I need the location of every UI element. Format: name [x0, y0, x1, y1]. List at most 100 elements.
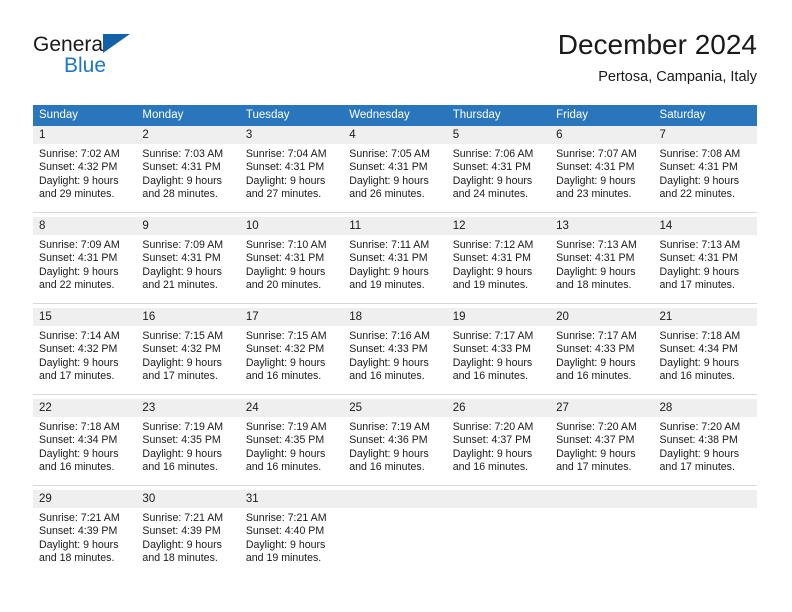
day-details: Sunrise: 7:21 AM Sunset: 4:39 PM Daylight:… — [136, 508, 239, 566]
day-daylight2-text: and 16 minutes. — [39, 461, 115, 474]
day-daylight2-text: and 16 minutes. — [452, 370, 529, 383]
day-cell[interactable]: 31 Sunrise: 7:21 AM Sunset: 4:40 PM Dayligh… — [239, 490, 344, 573]
day-cell[interactable]: 28 Sunrise: 7:20 AM Sunset: 4:38 PM Dayligh… — [653, 399, 757, 482]
day-cell[interactable]: 18 Sunrise: 7:16 AM Sunset: 4:33 PM Dayligh… — [343, 308, 447, 391]
page-title: December 2024 — [557, 29, 757, 60]
day-cell[interactable]: 26 Sunrise: 7:20 AM Sunset: 4:37 PM Dayligh… — [446, 399, 551, 482]
day-sunrise-text: Sunrise: 7:13 AM — [556, 239, 637, 251]
day-sunrise-text: Sunrise: 7:20 AM — [556, 421, 637, 433]
day-cell[interactable]: 1 Sunrise: 7:02 AM Sunset: 4:32 PM Daylight… — [33, 126, 137, 209]
day-sunrise-text: Sunrise: 7:05 AM — [349, 148, 430, 160]
day-cell[interactable]: 21 Sunrise: 7:18 AM Sunset: 4:34 PM Dayligh… — [653, 308, 757, 391]
day-daylight2-text: and 16 minutes. — [349, 370, 425, 383]
day-daylight2-text: and 26 minutes. — [349, 188, 425, 201]
day-sunset-text: Sunset: 4:34 PM — [659, 343, 738, 356]
day-cell[interactable]: 10 Sunrise: 7:10 AM Sunset: 4:31 PM Dayligh… — [239, 217, 344, 300]
day-daylight1-text: Daylight: 9 hours — [39, 356, 119, 369]
brand-name-blue: Blue — [64, 54, 107, 77]
day-sunset-text: Sunset: 4:31 PM — [452, 161, 532, 174]
day-sunset-text: Sunset: 4:33 PM — [452, 343, 532, 356]
day-sunset-text: Sunset: 4:31 PM — [349, 252, 428, 265]
day-cell[interactable]: 20 Sunrise: 7:17 AM Sunset: 4:33 PM Dayligh… — [550, 308, 654, 391]
day-cell[interactable]: 2 Sunrise: 7:03 AM Sunset: 4:31 PM Daylight… — [136, 126, 240, 209]
day-cell[interactable]: 17 Sunrise: 7:15 AM Sunset: 4:32 PM Dayligh… — [239, 308, 344, 391]
day-cell[interactable]: 7 Sunrise: 7:08 AM Sunset: 4:31 PM Daylight… — [653, 126, 757, 209]
day-cell[interactable]: 5 Sunrise: 7:06 AM Sunset: 4:31 PM Daylight… — [446, 126, 551, 209]
day-cell[interactable]: 3 Sunrise: 7:04 AM Sunset: 4:31 PM Daylight… — [239, 126, 344, 209]
day-sunset-text: Sunset: 4:32 PM — [245, 343, 325, 356]
day-daylight1-text: Daylight: 9 hours — [39, 447, 119, 460]
day-details: Sunrise: 7:19 AM Sunset: 4:36 PM Daylight:… — [343, 417, 446, 475]
day-cell[interactable]: 8 Sunrise: 7:09 AM Sunset: 4:31 PM Daylight… — [33, 217, 137, 300]
day-number — [653, 490, 757, 508]
day-daylight1-text: Daylight: 9 hours — [245, 174, 326, 187]
day-sunset-text: Sunset: 4:32 PM — [39, 343, 118, 356]
day-details: Sunrise: 7:16 AM Sunset: 4:33 PM Daylight:… — [343, 326, 446, 384]
day-daylight1-text: Daylight: 9 hours — [245, 265, 326, 278]
day-daylight2-text: and 17 minutes. — [556, 461, 632, 474]
weekday-header-friday: Friday — [556, 109, 589, 121]
day-daylight2-text: and 19 minutes. — [245, 552, 322, 565]
day-daylight1-text: Daylight: 9 hours — [39, 174, 119, 187]
title-block: December 2024 Pertosa, Campania, Italy — [558, 28, 757, 86]
day-cell[interactable]: 9 Sunrise: 7:09 AM Sunset: 4:31 PM Daylight… — [136, 217, 240, 300]
day-sunset-text: Sunset: 4:31 PM — [142, 161, 221, 174]
day-number — [550, 490, 654, 508]
day-details: Sunrise: 7:09 AM Sunset: 4:31 PM Daylight:… — [136, 235, 239, 293]
day-sunset-text: Sunset: 4:32 PM — [142, 343, 221, 356]
day-number: 19 — [446, 308, 551, 326]
day-details: Sunrise: 7:04 AM Sunset: 4:31 PM Daylight:… — [240, 144, 343, 202]
week-row: 15 Sunrise: 7:14 AM Sunset: 4:32 PM Dayligh… — [33, 308, 757, 391]
page-subtitle: Pertosa, Campania, Italy — [598, 69, 757, 85]
day-daylight2-text: and 16 minutes. — [659, 370, 735, 383]
day-cell[interactable]: 12 Sunrise: 7:12 AM Sunset: 4:31 PM Dayligh… — [446, 217, 551, 300]
calendar-page: General Blue December 2024 Pertosa, Camp… — [0, 0, 792, 612]
day-details: Sunrise: 7:15 AM Sunset: 4:32 PM Daylight:… — [136, 326, 239, 384]
day-sunrise-text: Sunrise: 7:17 AM — [556, 330, 637, 342]
day-daylight1-text: Daylight: 9 hours — [349, 174, 429, 187]
day-number: 6 — [550, 126, 654, 144]
weekday-header-thursday: Thursday — [452, 109, 501, 121]
day-sunrise-text: Sunrise: 7:07 AM — [556, 148, 637, 160]
day-daylight1-text: Daylight: 9 hours — [659, 447, 740, 460]
day-cell[interactable]: 15 Sunrise: 7:14 AM Sunset: 4:32 PM Dayligh… — [33, 308, 137, 391]
day-sunrise-text: Sunrise: 7:17 AM — [452, 330, 534, 342]
day-number: 2 — [136, 126, 240, 144]
day-cell[interactable]: 19 Sunrise: 7:17 AM Sunset: 4:33 PM Dayligh… — [446, 308, 551, 391]
day-daylight2-text: and 18 minutes. — [142, 552, 218, 565]
day-details: Sunrise: 7:19 AM Sunset: 4:35 PM Daylight:… — [136, 417, 239, 475]
day-sunrise-text: Sunrise: 7:18 AM — [659, 330, 741, 342]
day-cell[interactable]: 16 Sunrise: 7:15 AM Sunset: 4:32 PM Dayligh… — [136, 308, 240, 391]
week-row: 1 Sunrise: 7:02 AM Sunset: 4:32 PM Daylight… — [33, 126, 757, 209]
day-cell[interactable]: 22 Sunrise: 7:18 AM Sunset: 4:34 PM Dayligh… — [33, 399, 137, 482]
day-cell[interactable]: 29 Sunrise: 7:21 AM Sunset: 4:39 PM Dayligh… — [33, 490, 137, 573]
day-daylight1-text: Daylight: 9 hours — [142, 447, 222, 460]
day-sunset-text: Sunset: 4:31 PM — [556, 161, 635, 174]
day-cell[interactable]: 6 Sunrise: 7:07 AM Sunset: 4:31 PM Daylight… — [550, 126, 654, 209]
day-cell[interactable]: 11 Sunrise: 7:11 AM Sunset: 4:31 PM Dayligh… — [343, 217, 447, 300]
day-sunset-text: Sunset: 4:39 PM — [142, 525, 221, 538]
day-daylight1-text: Daylight: 9 hours — [39, 538, 119, 551]
weekday-header-row: Sunday Monday Tuesday Wednesday Thursday Frid… — [33, 105, 757, 126]
day-sunrise-text: Sunrise: 7:04 AM — [245, 148, 327, 160]
day-cell[interactable]: 27 Sunrise: 7:20 AM Sunset: 4:37 PM Dayligh… — [550, 399, 654, 482]
day-cell[interactable]: 30 Sunrise: 7:21 AM Sunset: 4:39 PM Dayligh… — [136, 490, 240, 573]
day-daylight1-text: Daylight: 9 hours — [556, 356, 636, 369]
day-cell[interactable]: 14 Sunrise: 7:13 AM Sunset: 4:31 PM Dayligh… — [653, 217, 757, 300]
day-cell[interactable]: 13 Sunrise: 7:13 AM Sunset: 4:31 PM Dayligh… — [550, 217, 654, 300]
day-cell[interactable]: 23 Sunrise: 7:19 AM Sunset: 4:35 PM Dayligh… — [136, 399, 240, 482]
weekday-header-sunday: Sunday — [39, 109, 79, 121]
day-cell[interactable]: 25 Sunrise: 7:19 AM Sunset: 4:36 PM Dayligh… — [343, 399, 447, 482]
day-sunset-text: Sunset: 4:31 PM — [142, 252, 221, 265]
day-number: 26 — [446, 399, 551, 417]
day-number — [343, 490, 447, 508]
day-number: 1 — [33, 126, 137, 144]
brand-logo[interactable]: General Blue — [33, 32, 213, 88]
day-sunrise-text: Sunrise: 7:13 AM — [659, 239, 741, 251]
day-daylight2-text: and 22 minutes. — [659, 188, 735, 201]
day-cell[interactable]: 4 Sunrise: 7:05 AM Sunset: 4:31 PM Daylight… — [343, 126, 447, 209]
day-cell-empty — [343, 490, 447, 573]
day-details: Sunrise: 7:13 AM Sunset: 4:31 PM Daylight:… — [654, 235, 757, 293]
day-cell[interactable]: 24 Sunrise: 7:19 AM Sunset: 4:35 PM Dayligh… — [239, 399, 344, 482]
day-sunrise-text: Sunrise: 7:03 AM — [142, 148, 224, 160]
